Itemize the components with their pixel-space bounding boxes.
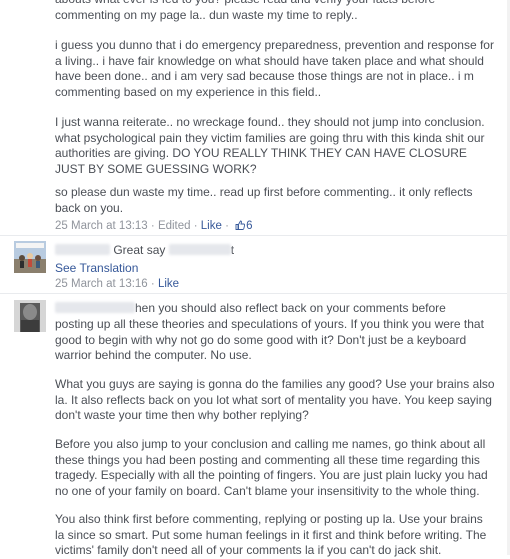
like-link[interactable]: Like bbox=[158, 278, 179, 290]
avatar[interactable] bbox=[14, 241, 46, 273]
see-translation-link[interactable]: See Translation bbox=[55, 261, 138, 277]
comment-paragraph: You also think first before commenting, … bbox=[55, 512, 487, 557]
edited-label[interactable]: Edited bbox=[158, 220, 191, 232]
redacted-name bbox=[55, 244, 110, 255]
redacted-name bbox=[55, 302, 135, 313]
comment-paragraph: i guess you dunno that i do emergency pr… bbox=[55, 38, 494, 99]
comment-meta: 25 March at 13:13 · Edited · Like · 6 bbox=[55, 220, 253, 232]
comment-paragraph: Before you also jump to your conclusion … bbox=[55, 437, 488, 498]
comment-text-first-line: hen you should also reflect back on your… bbox=[55, 301, 446, 317]
timestamp[interactable]: 25 March at 13:13 bbox=[55, 220, 148, 232]
timestamp[interactable]: 25 March at 13:16 bbox=[55, 278, 148, 290]
redacted-name bbox=[168, 244, 231, 255]
comment-paragraph: I just wanna reiterate.. no wreckage fou… bbox=[55, 115, 485, 176]
avatar-person bbox=[14, 300, 46, 332]
avatar[interactable] bbox=[14, 300, 46, 332]
avatar-cartoon bbox=[14, 241, 46, 273]
like-link[interactable]: Like bbox=[201, 220, 222, 232]
comment-paragraph: so please dun waste my time.. read up fi… bbox=[55, 185, 473, 215]
comment-paragraph: What you guys are saying is gonna do the… bbox=[55, 377, 495, 422]
comment-divider bbox=[0, 235, 510, 236]
like-count[interactable]: 6 bbox=[246, 220, 252, 232]
comment-divider bbox=[0, 293, 510, 294]
comment-text: Great say t bbox=[55, 243, 234, 259]
comment-paragraph: abouts what ever is fed to you? please r… bbox=[55, 0, 435, 22]
thumbs-up-icon bbox=[235, 220, 246, 230]
comment-paragraph: posting up all these theories and specul… bbox=[55, 317, 484, 362]
comment-meta: 25 March at 13:16 · Like bbox=[55, 278, 180, 290]
